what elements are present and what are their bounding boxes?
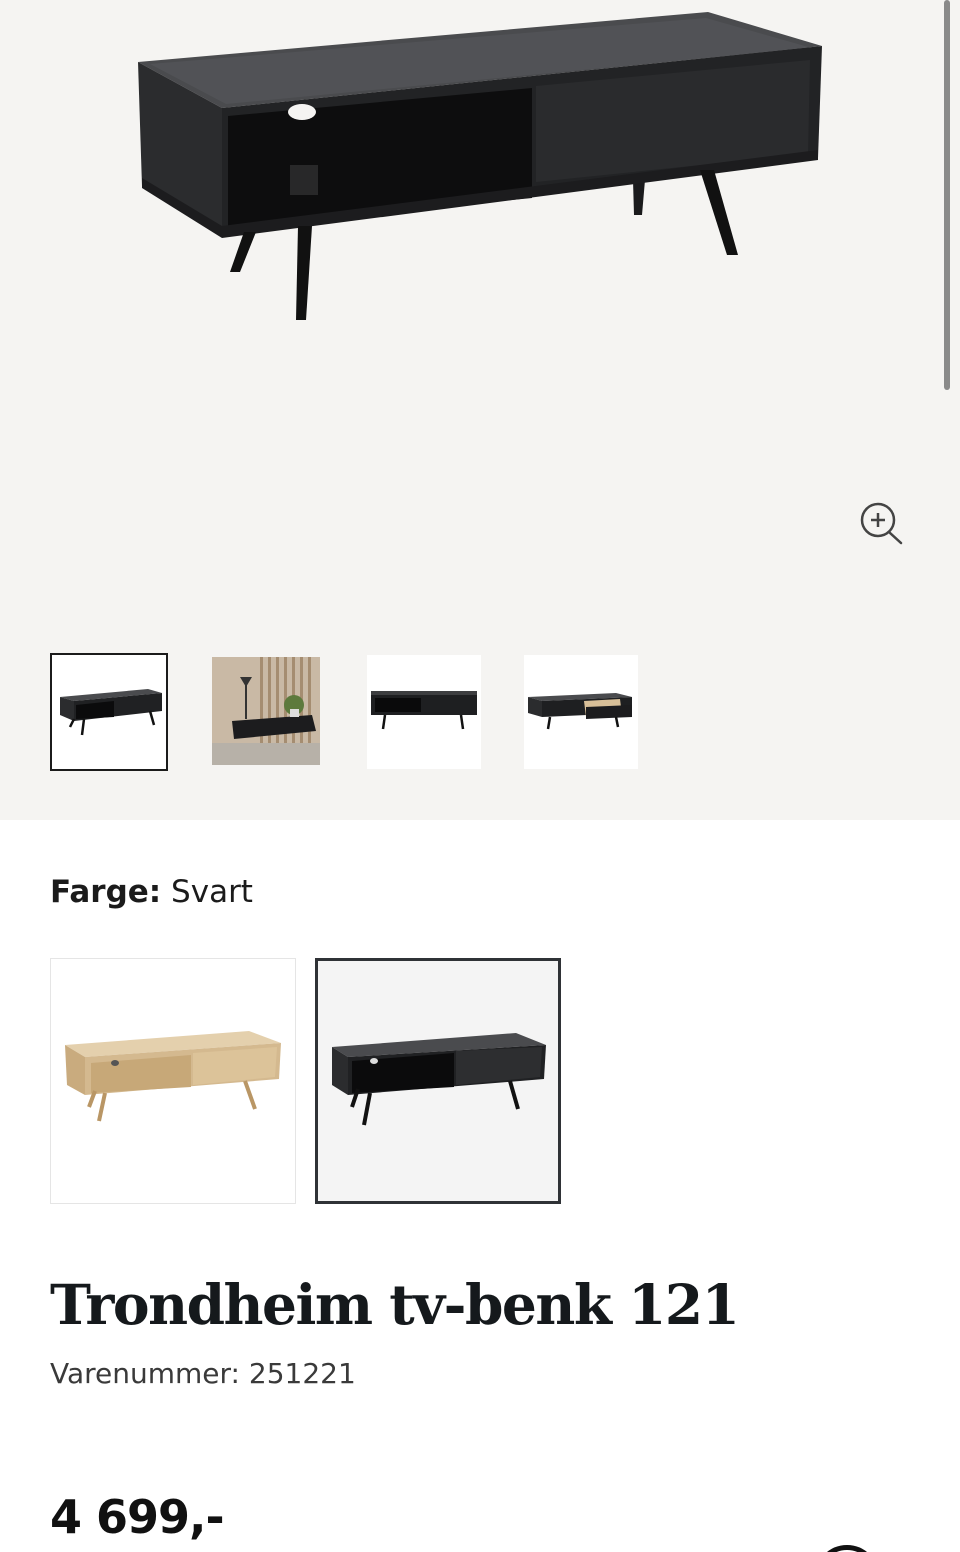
- color-label-key: Farge:: [50, 874, 162, 910]
- thumbnail-4[interactable]: [524, 653, 642, 771]
- thumbnail-2[interactable]: [212, 653, 330, 771]
- color-swatch-oak[interactable]: [50, 958, 296, 1204]
- black-bench-image: [332, 1033, 546, 1126]
- oak-bench-image: [65, 1031, 281, 1122]
- thumbnail-image: [367, 655, 481, 769]
- product-title: Trondheim tv-benk 121: [50, 1272, 740, 1337]
- color-label-value: Svart: [171, 874, 253, 910]
- thumbnail-image: [60, 689, 162, 736]
- tv-bench-black-image: [138, 12, 822, 320]
- thumbnail-3[interactable]: [367, 653, 485, 771]
- thumbnail-image: [524, 655, 638, 769]
- thumbnail-1[interactable]: [50, 653, 168, 771]
- color-label: Farge: Svart: [50, 874, 253, 910]
- thumbnail-image: [212, 657, 320, 765]
- product-gallery: [0, 0, 960, 820]
- zoom-button[interactable]: [852, 498, 908, 550]
- main-product-image[interactable]: [0, 0, 960, 620]
- floating-action-button[interactable]: [815, 1545, 879, 1552]
- zoom-in-icon: [860, 502, 903, 545]
- scrollbar[interactable]: [944, 0, 950, 390]
- product-sku: Varenummer: 251221: [50, 1357, 356, 1390]
- product-price: 4 699,-: [50, 1490, 225, 1544]
- color-swatch-black[interactable]: [315, 958, 561, 1204]
